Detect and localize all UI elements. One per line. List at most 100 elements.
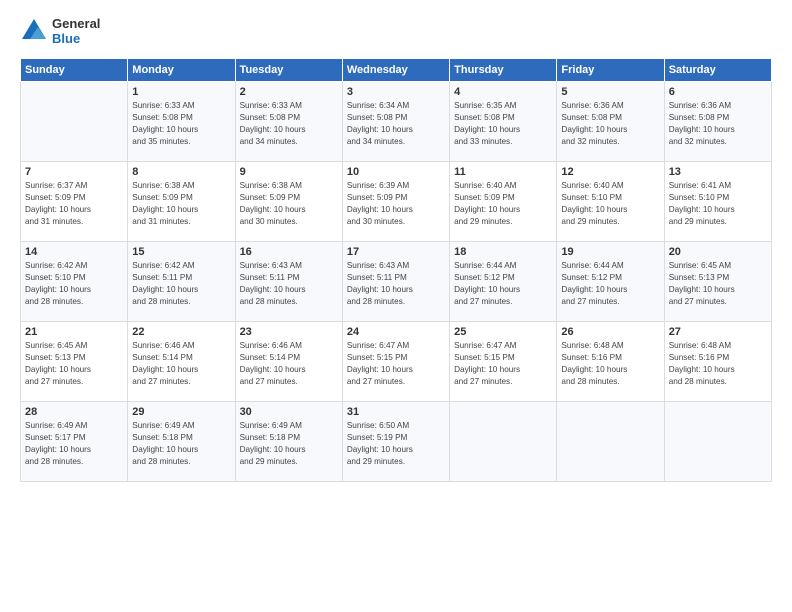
- day-number: 1: [132, 86, 230, 98]
- cell-content: Sunrise: 6:37 AM Sunset: 5:09 PM Dayligh…: [25, 180, 123, 228]
- day-number: 3: [347, 86, 445, 98]
- cell-content: Sunrise: 6:41 AM Sunset: 5:10 PM Dayligh…: [669, 180, 767, 228]
- logo-icon: [20, 17, 48, 45]
- cell-content: Sunrise: 6:38 AM Sunset: 5:09 PM Dayligh…: [240, 180, 338, 228]
- day-number: 25: [454, 326, 552, 338]
- cell-content: Sunrise: 6:35 AM Sunset: 5:08 PM Dayligh…: [454, 100, 552, 148]
- logo: General Blue: [20, 16, 100, 46]
- calendar-cell: 8 Sunrise: 6:38 AM Sunset: 5:09 PM Daylig…: [128, 162, 235, 242]
- day-number: 21: [25, 326, 123, 338]
- calendar-cell: [664, 402, 771, 482]
- cell-content: Sunrise: 6:34 AM Sunset: 5:08 PM Dayligh…: [347, 100, 445, 148]
- cell-content: Sunrise: 6:43 AM Sunset: 5:11 PM Dayligh…: [240, 260, 338, 308]
- calendar-cell: 11 Sunrise: 6:40 AM Sunset: 5:09 PM Dayli…: [450, 162, 557, 242]
- day-number: 12: [561, 166, 659, 178]
- calendar-cell: 19 Sunrise: 6:44 AM Sunset: 5:12 PM Dayli…: [557, 242, 664, 322]
- day-number: 28: [25, 406, 123, 418]
- cell-content: Sunrise: 6:44 AM Sunset: 5:12 PM Dayligh…: [561, 260, 659, 308]
- calendar-cell: 12Sunrise: 6:40 AM Sunset: 5:10 PM Dayli…: [557, 162, 664, 242]
- day-number: 19: [561, 246, 659, 258]
- calendar-cell: 3 Sunrise: 6:34 AM Sunset: 5:08 PM Daylig…: [342, 82, 449, 162]
- day-number: 23: [240, 326, 338, 338]
- day-number: 20: [669, 246, 767, 258]
- cell-content: Sunrise: 6:49 AM Sunset: 5:17 PM Dayligh…: [25, 420, 123, 468]
- calendar-cell: 6Sunrise: 6:36 AM Sunset: 5:08 PM Daylig…: [664, 82, 771, 162]
- calendar-cell: 27 Sunrise: 6:48 AM Sunset: 5:16 PM Dayli…: [664, 322, 771, 402]
- calendar-cell: 2Sunrise: 6:33 AM Sunset: 5:08 PM Daylig…: [235, 82, 342, 162]
- day-number: 5: [561, 86, 659, 98]
- week-row-3: 14 Sunrise: 6:42 AM Sunset: 5:10 PM Dayli…: [21, 242, 772, 322]
- day-number: 9: [240, 166, 338, 178]
- cell-content: Sunrise: 6:47 AM Sunset: 5:15 PM Dayligh…: [347, 340, 445, 388]
- cell-content: Sunrise: 6:38 AM Sunset: 5:09 PM Dayligh…: [132, 180, 230, 228]
- calendar-page: General Blue SundayMondayTuesdayWednesda…: [0, 0, 792, 612]
- calendar-cell: 31 Sunrise: 6:50 AM Sunset: 5:19 PM Dayli…: [342, 402, 449, 482]
- week-row-4: 21Sunrise: 6:45 AM Sunset: 5:13 PM Dayli…: [21, 322, 772, 402]
- cell-content: Sunrise: 6:33 AM Sunset: 5:08 PM Dayligh…: [240, 100, 338, 148]
- day-number: 16: [240, 246, 338, 258]
- calendar-cell: 7 Sunrise: 6:37 AM Sunset: 5:09 PM Daylig…: [21, 162, 128, 242]
- calendar-cell: 16 Sunrise: 6:43 AM Sunset: 5:11 PM Dayli…: [235, 242, 342, 322]
- day-number: 7: [25, 166, 123, 178]
- calendar-cell: 28 Sunrise: 6:49 AM Sunset: 5:17 PM Dayli…: [21, 402, 128, 482]
- calendar-table: SundayMondayTuesdayWednesdayThursdayFrid…: [20, 58, 772, 482]
- cell-content: Sunrise: 6:39 AM Sunset: 5:09 PM Dayligh…: [347, 180, 445, 228]
- calendar-cell: 17 Sunrise: 6:43 AM Sunset: 5:11 PM Dayli…: [342, 242, 449, 322]
- calendar-cell: 15Sunrise: 6:42 AM Sunset: 5:11 PM Dayli…: [128, 242, 235, 322]
- day-number: 31: [347, 406, 445, 418]
- column-header-monday: Monday: [128, 59, 235, 82]
- day-number: 13: [669, 166, 767, 178]
- calendar-cell: [557, 402, 664, 482]
- calendar-cell: 30 Sunrise: 6:49 AM Sunset: 5:18 PM Dayli…: [235, 402, 342, 482]
- day-number: 8: [132, 166, 230, 178]
- cell-content: Sunrise: 6:36 AM Sunset: 5:08 PM Dayligh…: [561, 100, 659, 148]
- calendar-cell: 10Sunrise: 6:39 AM Sunset: 5:09 PM Dayli…: [342, 162, 449, 242]
- calendar-cell: 21Sunrise: 6:45 AM Sunset: 5:13 PM Dayli…: [21, 322, 128, 402]
- cell-content: Sunrise: 6:33 AM Sunset: 5:08 PM Dayligh…: [132, 100, 230, 148]
- cell-content: Sunrise: 6:46 AM Sunset: 5:14 PM Dayligh…: [240, 340, 338, 388]
- cell-content: Sunrise: 6:45 AM Sunset: 5:13 PM Dayligh…: [669, 260, 767, 308]
- day-number: 15: [132, 246, 230, 258]
- day-number: 22: [132, 326, 230, 338]
- day-number: 11: [454, 166, 552, 178]
- day-number: 14: [25, 246, 123, 258]
- column-header-wednesday: Wednesday: [342, 59, 449, 82]
- calendar-cell: 25 Sunrise: 6:47 AM Sunset: 5:15 PM Dayli…: [450, 322, 557, 402]
- day-number: 30: [240, 406, 338, 418]
- cell-content: Sunrise: 6:48 AM Sunset: 5:16 PM Dayligh…: [669, 340, 767, 388]
- calendar-cell: 29 Sunrise: 6:49 AM Sunset: 5:18 PM Dayli…: [128, 402, 235, 482]
- column-header-friday: Friday: [557, 59, 664, 82]
- calendar-cell: 4 Sunrise: 6:35 AM Sunset: 5:08 PM Daylig…: [450, 82, 557, 162]
- calendar-cell: 23 Sunrise: 6:46 AM Sunset: 5:14 PM Dayli…: [235, 322, 342, 402]
- cell-content: Sunrise: 6:48 AM Sunset: 5:16 PM Dayligh…: [561, 340, 659, 388]
- week-row-2: 7 Sunrise: 6:37 AM Sunset: 5:09 PM Daylig…: [21, 162, 772, 242]
- cell-content: Sunrise: 6:42 AM Sunset: 5:10 PM Dayligh…: [25, 260, 123, 308]
- week-row-1: 1 Sunrise: 6:33 AM Sunset: 5:08 PM Daylig…: [21, 82, 772, 162]
- logo-text: General Blue: [52, 16, 100, 46]
- cell-content: Sunrise: 6:43 AM Sunset: 5:11 PM Dayligh…: [347, 260, 445, 308]
- cell-content: Sunrise: 6:47 AM Sunset: 5:15 PM Dayligh…: [454, 340, 552, 388]
- calendar-cell: 5 Sunrise: 6:36 AM Sunset: 5:08 PM Daylig…: [557, 82, 664, 162]
- header-row: SundayMondayTuesdayWednesdayThursdayFrid…: [21, 59, 772, 82]
- week-row-5: 28 Sunrise: 6:49 AM Sunset: 5:17 PM Dayli…: [21, 402, 772, 482]
- column-header-thursday: Thursday: [450, 59, 557, 82]
- calendar-cell: 18Sunrise: 6:44 AM Sunset: 5:12 PM Dayli…: [450, 242, 557, 322]
- cell-content: Sunrise: 6:46 AM Sunset: 5:14 PM Dayligh…: [132, 340, 230, 388]
- day-number: 27: [669, 326, 767, 338]
- cell-content: Sunrise: 6:49 AM Sunset: 5:18 PM Dayligh…: [132, 420, 230, 468]
- cell-content: Sunrise: 6:40 AM Sunset: 5:09 PM Dayligh…: [454, 180, 552, 228]
- day-number: 6: [669, 86, 767, 98]
- cell-content: Sunrise: 6:50 AM Sunset: 5:19 PM Dayligh…: [347, 420, 445, 468]
- cell-content: Sunrise: 6:49 AM Sunset: 5:18 PM Dayligh…: [240, 420, 338, 468]
- calendar-cell: [21, 82, 128, 162]
- day-number: 4: [454, 86, 552, 98]
- day-number: 29: [132, 406, 230, 418]
- page-header: General Blue: [20, 16, 772, 46]
- column-header-sunday: Sunday: [21, 59, 128, 82]
- day-number: 17: [347, 246, 445, 258]
- calendar-cell: 22 Sunrise: 6:46 AM Sunset: 5:14 PM Dayli…: [128, 322, 235, 402]
- column-header-tuesday: Tuesday: [235, 59, 342, 82]
- calendar-cell: 14 Sunrise: 6:42 AM Sunset: 5:10 PM Dayli…: [21, 242, 128, 322]
- cell-content: Sunrise: 6:44 AM Sunset: 5:12 PM Dayligh…: [454, 260, 552, 308]
- calendar-cell: [450, 402, 557, 482]
